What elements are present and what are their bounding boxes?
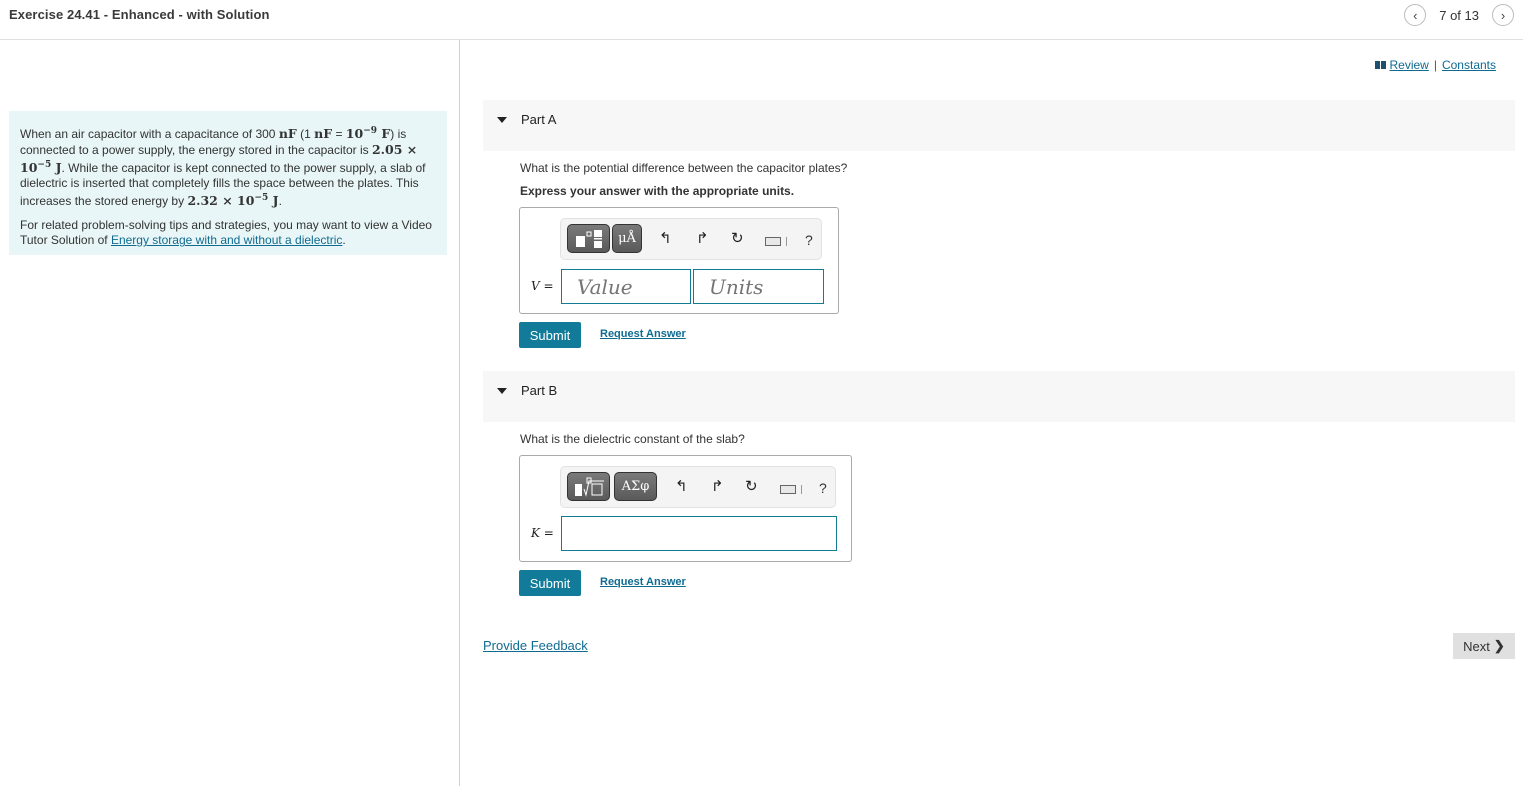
part-a-answer-box: μÅ ↰ ↱ ↻ ? V = — [519, 207, 839, 314]
book-icon — [1375, 61, 1387, 69]
keyboard-icon[interactable] — [780, 485, 796, 494]
problem-statement: When an air capacitor with a capacitance… — [9, 111, 447, 255]
value-input[interactable] — [561, 269, 691, 304]
video-tutor-link[interactable]: Energy storage with and without a dielec… — [111, 233, 342, 247]
part-b-submit-button[interactable]: Submit — [519, 570, 581, 596]
review-link[interactable]: Review — [1389, 58, 1428, 72]
help-button[interactable]: ? — [805, 232, 813, 248]
dielectric-constant-input[interactable] — [561, 516, 837, 551]
variable-label-k: K = — [531, 526, 554, 540]
part-b-math-toolbar: ΑΣφ ↰ ↱ ↻ ? — [560, 466, 836, 508]
part-b-answer-box: ΑΣφ ↰ ↱ ↻ ? K = — [519, 455, 852, 562]
part-b-header[interactable]: Part B — [483, 371, 1515, 422]
resources-bar: Review | Constants — [1375, 58, 1496, 72]
reset-icon[interactable]: ↻ — [731, 230, 744, 248]
greek-symbols-button[interactable]: ΑΣφ — [614, 472, 657, 501]
part-a-label: Part A — [521, 112, 557, 127]
next-exercise-button[interactable]: › — [1492, 4, 1514, 26]
templates-icon — [575, 229, 602, 248]
reset-icon[interactable]: ↻ — [745, 478, 758, 496]
energy-increase: 2.32 × 10−5 J — [187, 193, 279, 209]
chevron-left-icon: ‹ — [1413, 7, 1418, 23]
part-b-question: What is the dielectric constant of the s… — [520, 432, 745, 446]
chevron-right-icon: › — [1500, 7, 1506, 23]
part-a-header[interactable]: Part A — [483, 100, 1515, 151]
toolbar-separator — [786, 237, 787, 246]
part-b-label: Part B — [521, 383, 558, 398]
pager-text: 7 of 13 — [1439, 7, 1479, 23]
part-b-request-answer-link[interactable]: Request Answer — [600, 576, 686, 588]
chevron-right-icon: ❯ — [1493, 638, 1505, 653]
toolbar-separator — [801, 485, 802, 494]
undo-icon[interactable]: ↰ — [675, 478, 688, 496]
collapse-triangle-icon — [497, 117, 507, 123]
templates-button[interactable] — [567, 224, 610, 253]
part-a-instruction: Express your answer with the appropriate… — [520, 184, 795, 198]
part-a-question: What is the potential difference between… — [520, 161, 848, 175]
units-input[interactable] — [693, 269, 824, 304]
part-a-submit-button[interactable]: Submit — [519, 322, 581, 348]
variable-label-v: V = — [531, 279, 554, 293]
video-tutor-text: For related problem-solving tips and str… — [20, 218, 432, 248]
keyboard-icon[interactable] — [765, 237, 781, 246]
constants-link[interactable]: Constants — [1442, 58, 1496, 72]
previous-button[interactable]: ‹ — [1404, 4, 1427, 26]
pager: ‹ 7 of 13 › — [1404, 4, 1514, 26]
templates-icon — [574, 477, 604, 497]
exercise-title: Exercise 24.41 - Enhanced - with Solutio… — [9, 7, 270, 22]
redo-icon[interactable]: ↱ — [696, 230, 709, 248]
units-symbols-button[interactable]: μÅ — [612, 224, 642, 253]
provide-feedback-link[interactable]: Provide Feedback — [483, 638, 588, 653]
collapse-triangle-icon — [497, 388, 507, 394]
part-a-request-answer-link[interactable]: Request Answer — [600, 328, 686, 340]
help-button[interactable]: ? — [819, 480, 827, 496]
undo-icon[interactable]: ↰ — [659, 230, 672, 248]
problem-text: When an air capacitor with a capacitance… — [20, 126, 426, 209]
top-bar: Exercise 24.41 - Enhanced - with Solutio… — [0, 0, 1523, 40]
panel-divider — [459, 40, 460, 786]
part-a-math-toolbar: μÅ ↰ ↱ ↻ ? — [560, 218, 822, 260]
templates-button[interactable] — [567, 472, 610, 501]
redo-icon[interactable]: ↱ — [711, 478, 724, 496]
next-button[interactable]: Next ❯ — [1453, 633, 1515, 659]
